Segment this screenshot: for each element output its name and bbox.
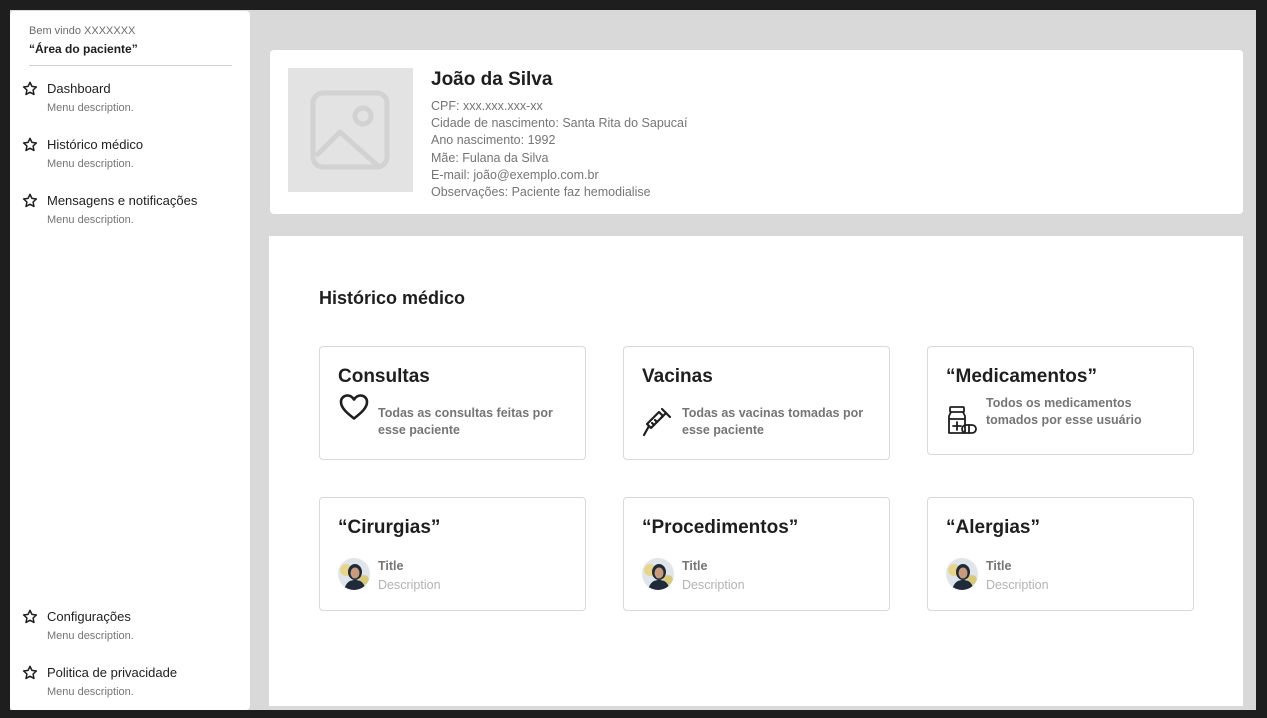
card-title: Consultas: [338, 366, 430, 387]
card-item-title: Title: [682, 559, 708, 573]
sidebar-item-description: Menu description.: [47, 102, 134, 114]
patient-profile-card: João da Silva CPF: xxx.xxx.xxx-xx Cidade…: [270, 50, 1243, 214]
sidebar-item-description: Menu description.: [47, 158, 134, 170]
medical-history-panel: Histórico médico Consultas Todas as cons…: [269, 236, 1243, 706]
card-title: Vacinas: [642, 366, 713, 387]
sidebar-item-description: Menu description.: [47, 214, 134, 226]
card-medicamentos[interactable]: “Medicamentos” Todos os medicamentos tom…: [927, 346, 1194, 455]
profile-photo-placeholder: [288, 68, 413, 192]
avatar: [338, 558, 370, 590]
sidebar-item-dashboard[interactable]: Dashboard Menu description.: [22, 81, 242, 121]
patient-birth-city: Cidade de nascimento: Santa Rita do Sapu…: [431, 116, 688, 131]
patient-name: João da Silva: [431, 69, 553, 90]
medicine-icon: [948, 406, 977, 434]
card-title: “Cirurgias”: [338, 517, 441, 538]
sidebar-item-description: Menu description.: [47, 686, 134, 698]
patient-details: CPF: xxx.xxx.xxx-xx Cidade de nascimento…: [431, 98, 687, 201]
star-icon: [22, 193, 38, 208]
card-item-title: Title: [378, 559, 404, 573]
sidebar-item-label: Mensagens e notificações: [47, 193, 198, 208]
patient-observations: Observações: Paciente faz hemodialise: [431, 185, 651, 200]
star-icon: [22, 137, 38, 152]
patient-cpf: CPF: xxx.xxx.xxx-xx: [431, 99, 543, 113]
card-title: “Procedimentos”: [642, 517, 799, 538]
sidebar: Bem vindo XXXXXXX “Área do paciente” Das…: [10, 11, 250, 710]
welcome-text: Bem vindo XXXXXXX: [29, 25, 136, 37]
star-icon: [22, 81, 38, 96]
avatar: [946, 558, 978, 590]
sidebar-item-label: Dashboard: [47, 81, 111, 96]
card-description: Todos os medicamentos tomados por esse u…: [986, 396, 1142, 427]
card-cirurgias[interactable]: “Cirurgias” Title Description: [319, 497, 586, 611]
star-icon: [22, 609, 38, 624]
card-vacinas[interactable]: Vacinas Todas as vacinas tomadas por ess…: [623, 346, 890, 460]
card-item-description: Description: [986, 578, 1049, 592]
card-description: Todas as consultas feitas por esse pacie…: [378, 406, 553, 437]
card-procedimentos[interactable]: “Procedimentos” Title Description: [623, 497, 890, 611]
patient-mother: Mãe: Fulana da Silva: [431, 150, 549, 165]
avatar: [642, 558, 674, 590]
area-title: “Área do paciente”: [29, 42, 138, 56]
sidebar-item-mensagens[interactable]: Mensagens e notificações Menu descriptio…: [22, 193, 242, 233]
sidebar-item-privacidade[interactable]: Politica de privacidade Menu description…: [22, 665, 242, 705]
sidebar-item-label: Configurações: [47, 609, 131, 624]
sidebar-item-historico-medico[interactable]: Histórico médico Menu description.: [22, 137, 242, 177]
patient-email: E-mail: joão@exemplo.com.br: [431, 167, 599, 182]
card-alergias[interactable]: “Alergias” Title Description: [927, 497, 1194, 611]
patient-birth-year: Ano nascimento: 1992: [431, 133, 556, 148]
heart-icon: [339, 394, 369, 420]
card-item-title: Title: [986, 559, 1012, 573]
sidebar-item-label: Histórico médico: [47, 137, 144, 152]
sidebar-item-configuracoes[interactable]: Configurações Menu description.: [22, 609, 242, 649]
sidebar-item-description: Menu description.: [47, 630, 134, 642]
sidebar-divider: [29, 65, 232, 66]
section-title: Histórico médico: [319, 288, 466, 308]
star-icon: [22, 665, 38, 680]
card-title: “Medicamentos”: [946, 366, 1097, 387]
sidebar-header: Bem vindo XXXXXXX “Área do paciente”: [29, 25, 232, 58]
sidebar-item-label: Politica de privacidade: [47, 665, 178, 680]
card-description: Todas as vacinas tomadas por esse pacien…: [682, 406, 864, 437]
card-item-description: Description: [682, 578, 745, 592]
syringe-icon: [642, 407, 672, 437]
image-placeholder-icon: [310, 90, 390, 170]
card-consultas[interactable]: Consultas Todas as consultas feitas por …: [319, 346, 586, 460]
card-title: “Alergias”: [946, 517, 1040, 538]
card-item-description: Description: [378, 578, 441, 592]
